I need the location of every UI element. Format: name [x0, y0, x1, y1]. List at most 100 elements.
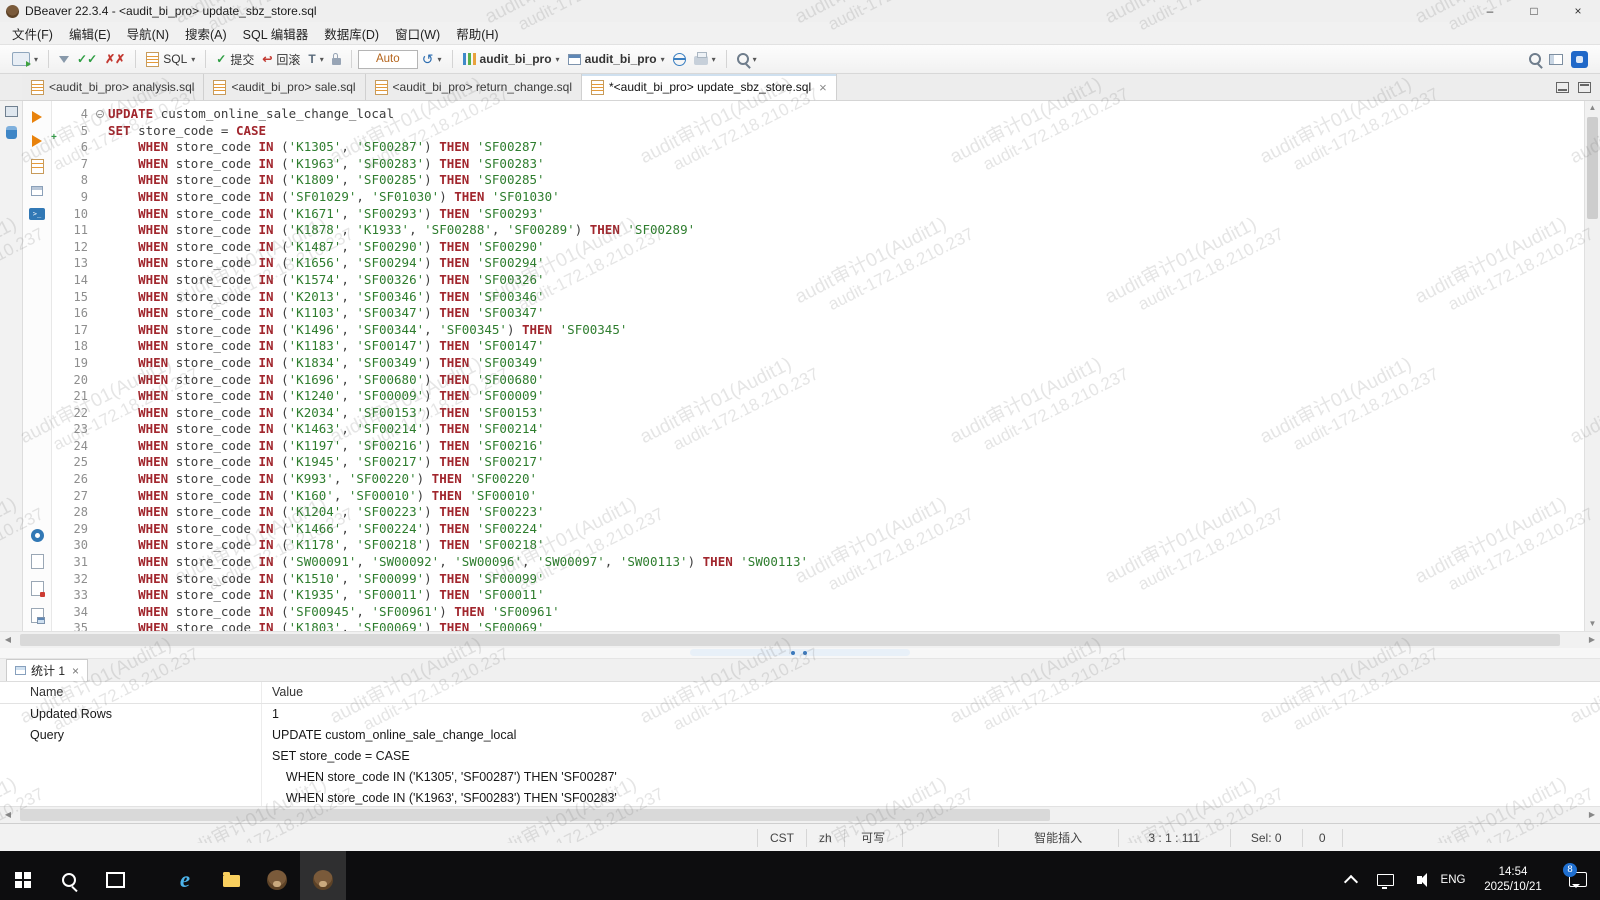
rollback-button[interactable]: ↩ 回滚 — [258, 49, 304, 70]
close-button[interactable]: × — [1556, 0, 1600, 22]
statistics-tab[interactable]: 统计 1 × — [6, 659, 88, 681]
taskbar-search-button[interactable] — [46, 851, 92, 900]
scroll-left-arrow-icon[interactable]: ◀ — [0, 632, 16, 648]
taskbar-clock[interactable]: 14:54 2025/10/21 — [1470, 851, 1556, 900]
maximize-button[interactable]: □ — [1512, 0, 1556, 22]
export-button[interactable]: ▾ — [690, 51, 720, 67]
stats-horizontal-scrollbar[interactable]: ◀ ▶ — [0, 806, 1600, 823]
editor-tab-0[interactable]: <audit_bi_pro> analysis.sql — [22, 74, 204, 100]
down-arrow-icon — [59, 56, 69, 63]
menu-item-4[interactable]: SQL 编辑器 — [235, 22, 317, 45]
scroll-down-arrow-icon[interactable]: ▼ — [1585, 617, 1600, 631]
line-number: 8 — [52, 172, 94, 189]
menu-item-1[interactable]: 编辑(E) — [61, 22, 119, 45]
language-indicator[interactable]: ENG — [1436, 851, 1470, 900]
fetch-data-button[interactable] — [55, 54, 73, 65]
restore-panel-icon[interactable] — [5, 106, 18, 117]
menu-item-0[interactable]: 文件(F) — [4, 22, 61, 45]
horizontal-scrollbar-thumb[interactable] — [20, 809, 1050, 821]
connect-database-button[interactable]: ▾ — [8, 50, 42, 68]
splitter-handle-dot — [803, 651, 807, 655]
statistics-tab-close-icon[interactable]: × — [72, 664, 79, 678]
sql-dropdown-button[interactable]: SQL ▾ — [142, 50, 199, 69]
column-header-value[interactable]: Value — [262, 682, 1600, 703]
database-navigator-icon[interactable] — [6, 126, 17, 139]
panel-splitter[interactable] — [0, 648, 1600, 659]
schema-selector[interactable]: audit_bi_pro ▾ — [564, 50, 669, 68]
action-center-button[interactable]: 8 — [1556, 851, 1600, 900]
connection-selector[interactable]: audit_bi_pro ▾ — [459, 50, 564, 68]
execute-script-button[interactable] — [31, 159, 44, 174]
editor-tab-3[interactable]: *<audit_bi_pro> update_sbz_store.sql× — [582, 74, 837, 100]
code-text: WHEN store_code IN ('K160', 'SF00010') T… — [108, 488, 537, 505]
stats-row[interactable]: Updated Rows1 — [0, 704, 1600, 725]
task-view-button[interactable] — [92, 851, 138, 900]
stats-row[interactable]: QueryUPDATE custom_online_sale_change_lo… — [0, 725, 1600, 746]
splitter-handle-dot — [791, 651, 795, 655]
transaction-log-button[interactable]: ↺ ▾ — [418, 50, 446, 68]
start-button[interactable] — [0, 851, 46, 900]
rollback-icon-button[interactable]: ✗✗ — [101, 50, 129, 68]
scroll-left-arrow-icon[interactable]: ◀ — [0, 807, 16, 823]
commit-button[interactable]: ✓ 提交 — [212, 49, 258, 70]
menu-item-6[interactable]: 窗口(W) — [387, 22, 448, 45]
execute-sql-new-tab-button[interactable] — [32, 135, 42, 147]
tray-display-button[interactable] — [1368, 851, 1402, 900]
editor-horizontal-scrollbar[interactable]: ◀ ▶ — [0, 631, 1600, 648]
tray-expand-button[interactable] — [1334, 851, 1368, 900]
open-sql-console-button[interactable]: >_ — [29, 208, 45, 220]
open-file-button[interactable] — [31, 608, 44, 623]
code-area[interactable]: 4UPDATE custom_online_sale_change_local5… — [52, 101, 1584, 631]
tray-volume-button[interactable] — [1402, 851, 1436, 900]
dbeaver-taskbar-button-2[interactable] — [300, 851, 346, 900]
editor-tab-1[interactable]: <audit_bi_pro> sale.sql — [204, 74, 365, 100]
menu-item-7[interactable]: 帮助(H) — [448, 22, 506, 45]
folder-icon — [223, 875, 240, 887]
menu-item-2[interactable]: 导航(N) — [119, 22, 177, 45]
perspective-button[interactable] — [1567, 49, 1592, 70]
explain-plan-button[interactable] — [31, 186, 43, 196]
fold-marker — [94, 289, 108, 306]
menu-item-3[interactable]: 搜索(A) — [177, 22, 235, 45]
globe-icon — [673, 53, 686, 66]
status-insert-mode: 智能插入 — [998, 829, 1118, 847]
dbeaver-taskbar-button-1[interactable] — [254, 851, 300, 900]
toggle-panels-button[interactable] — [1545, 52, 1567, 67]
maximize-editor-button[interactable] — [1578, 82, 1591, 93]
quick-search-button[interactable] — [1525, 51, 1545, 67]
status-selection: Sel: 0 — [1230, 829, 1302, 847]
editor-tab-2[interactable]: <audit_bi_pro> return_change.sql — [366, 74, 582, 100]
autocommit-lock-button[interactable] — [328, 52, 345, 67]
execute-sql-button[interactable] — [32, 111, 42, 123]
vertical-scrollbar-thumb[interactable] — [1587, 117, 1598, 219]
commit-icon-button[interactable]: ✓✓ — [73, 50, 101, 68]
scroll-up-arrow-icon[interactable]: ▲ — [1585, 101, 1600, 115]
file-explorer-button[interactable] — [208, 851, 254, 900]
search-dropdown-button[interactable]: ▾ — [733, 51, 761, 67]
horizontal-scrollbar-thumb[interactable] — [20, 634, 1560, 646]
export-result-button[interactable] — [31, 554, 44, 569]
line-number: 30 — [52, 537, 94, 554]
code-text: WHEN store_code IN ('K1183', 'SF00147') … — [108, 338, 545, 355]
internet-explorer-button[interactable]: e — [162, 851, 208, 900]
fold-marker — [94, 537, 108, 554]
title-bar: DBeaver 22.3.4 - <audit_bi_pro> update_s… — [0, 0, 1600, 22]
scroll-right-arrow-icon[interactable]: ▶ — [1584, 807, 1600, 823]
stats-row[interactable]: WHEN store_code IN ('K1305', 'SF00287') … — [0, 767, 1600, 788]
column-header-name[interactable]: Name — [0, 682, 262, 703]
globe-button[interactable] — [669, 51, 690, 68]
stats-row[interactable]: SET store_code = CASE — [0, 746, 1600, 767]
stats-row[interactable]: WHEN store_code IN ('K1963', 'SF00283') … — [0, 788, 1600, 806]
menu-item-5[interactable]: 数据库(D) — [316, 22, 387, 45]
code-line: 32 WHEN store_code IN ('K1510', 'SF00099… — [52, 571, 1584, 588]
editor-settings-button[interactable] — [31, 529, 44, 542]
minimize-button[interactable]: – — [1468, 0, 1512, 22]
scroll-right-arrow-icon[interactable]: ▶ — [1584, 632, 1600, 648]
fold-marker[interactable] — [94, 106, 108, 123]
transaction-auto-mode-select[interactable]: Auto — [358, 50, 418, 69]
transaction-mode-button[interactable]: T ▾ — [304, 50, 327, 68]
save-script-button[interactable] — [31, 581, 44, 596]
tab-close-icon[interactable]: × — [819, 80, 827, 95]
editor-vertical-scrollbar[interactable]: ▲ ▼ — [1584, 101, 1600, 631]
minimize-editor-button[interactable] — [1556, 82, 1569, 93]
